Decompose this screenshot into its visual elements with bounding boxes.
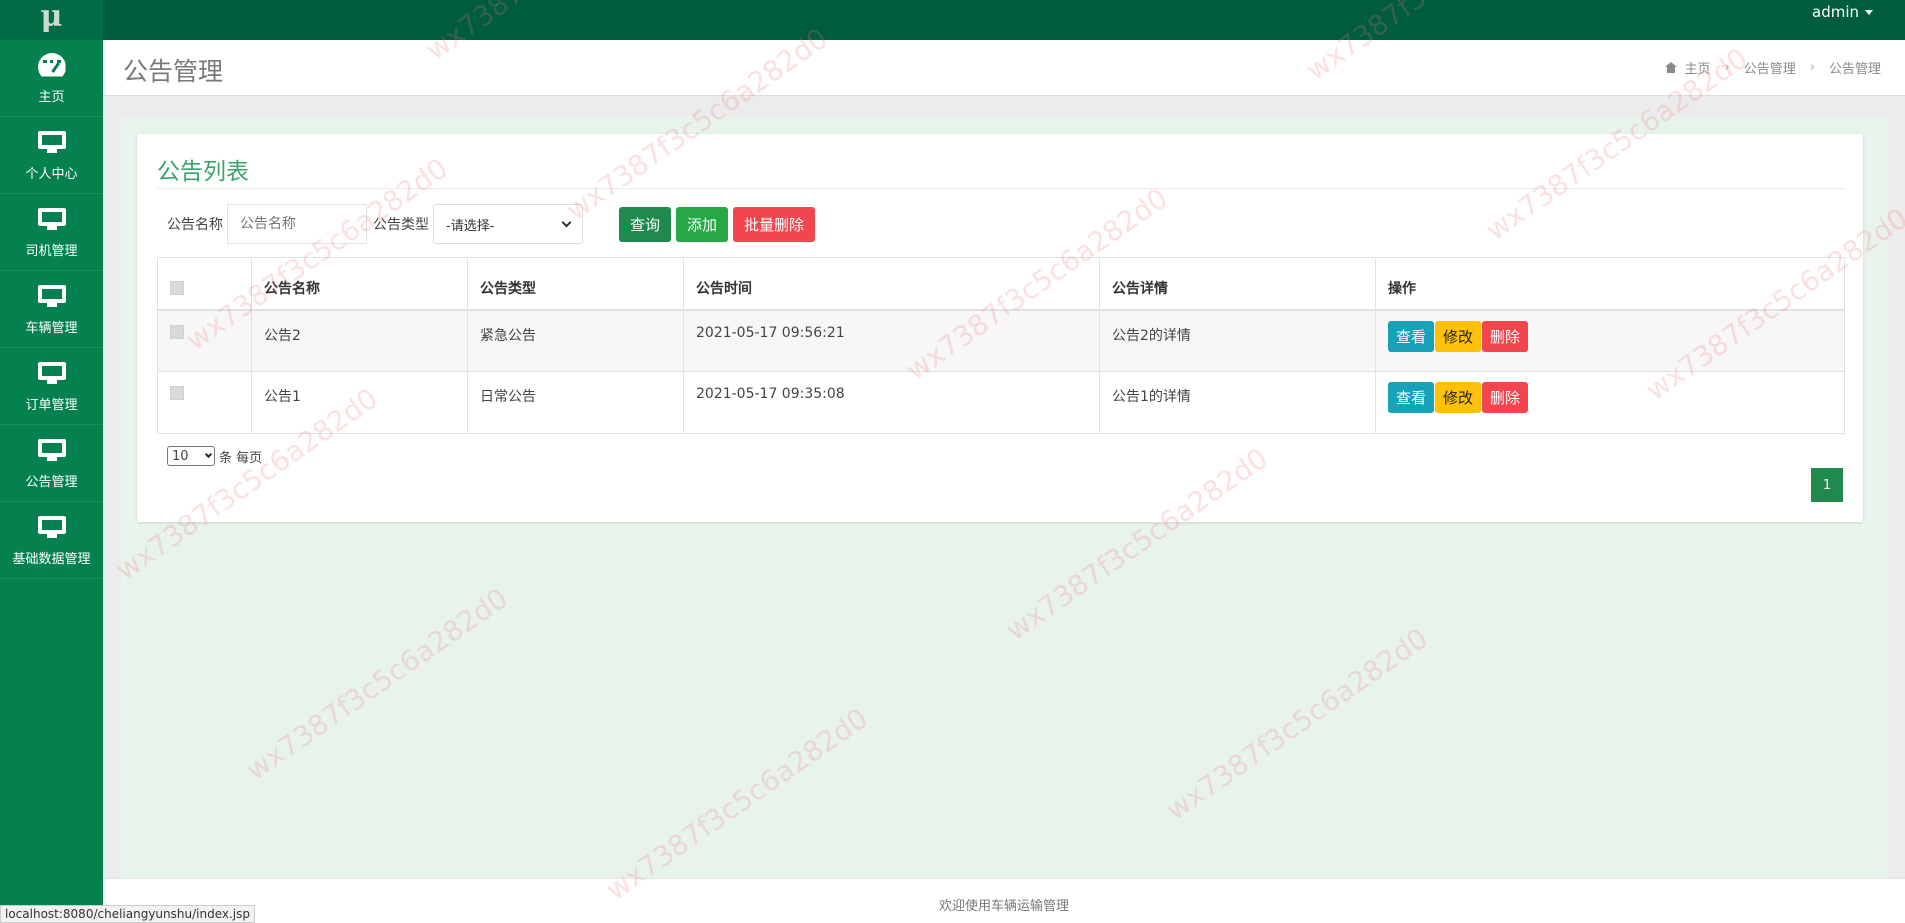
footer: 欢迎使用车辆运输管理: [103, 878, 1905, 923]
name-search-input[interactable]: [227, 204, 367, 244]
column-header: 操作: [1375, 257, 1845, 311]
select-all-cell: [157, 257, 252, 311]
breadcrumb-home[interactable]: 主页: [1685, 58, 1711, 77]
list-card: 公告列表 公告名称 公告类型 -请选择- 查询 添加 批量删除 公告名称: [137, 134, 1863, 522]
view-button[interactable]: 查看: [1388, 320, 1435, 352]
monitor-icon: [37, 283, 66, 309]
table-row: 公告2 紧急公告 2021-05-17 09:56:21 公告2的详情 查看 修…: [157, 309, 1845, 372]
sidebar-item-drivers[interactable]: 司机管理: [0, 194, 103, 271]
page-size-value: 10: [172, 448, 189, 464]
delete-button[interactable]: 删除: [1482, 382, 1529, 413]
monitor-icon: [37, 360, 66, 386]
user-menu[interactable]: admin: [1812, 3, 1873, 21]
card-title: 公告列表: [157, 159, 249, 185]
sidebar-item-announcements[interactable]: 公告管理: [0, 425, 103, 502]
cell-time: 2021-05-17 09:56:21: [683, 309, 1100, 372]
sidebar-item-label: 订单管理: [25, 397, 78, 413]
dashboard-icon: [37, 52, 66, 78]
announcement-table: 公告名称 公告类型 公告时间 公告详情 操作 公告2 紧急公告 2021-05-…: [157, 257, 1845, 434]
sidebar-item-label: 个人中心: [25, 166, 78, 182]
cell-name: 公告1: [251, 371, 468, 434]
sidebar-item-label: 公告管理: [25, 474, 78, 490]
sidebar-item-orders[interactable]: 订单管理: [0, 348, 103, 425]
caret-down-icon: [1865, 9, 1873, 15]
monitor-icon: [37, 129, 66, 155]
cell-detail: 公告2的详情: [1099, 309, 1376, 372]
footer-text: 欢迎使用车辆运输管理: [938, 899, 1069, 914]
type-select-value: -请选择-: [446, 218, 495, 234]
top-bar: μ admin: [0, 0, 1905, 40]
delete-button[interactable]: 删除: [1482, 320, 1529, 352]
chevron-right-icon: ›: [1809, 60, 1815, 75]
add-button[interactable]: 添加: [676, 206, 729, 242]
edit-button[interactable]: 修改: [1435, 382, 1482, 413]
home-icon: [1664, 62, 1677, 73]
edit-button[interactable]: 修改: [1435, 320, 1482, 352]
row-checkbox[interactable]: [170, 324, 184, 339]
sidebar-item-basic-data[interactable]: 基础数据管理: [0, 502, 103, 579]
app-logo[interactable]: μ: [0, 0, 103, 40]
main-area: 公告列表 公告名称 公告类型 -请选择- 查询 添加 批量删除 公告名称: [121, 116, 1887, 878]
cell-type: 日常公告: [467, 371, 684, 434]
monitor-icon: [37, 206, 66, 232]
user-name: admin: [1812, 3, 1859, 21]
select-all-checkbox[interactable]: [170, 281, 184, 296]
type-select[interactable]: -请选择-: [433, 204, 583, 244]
divider: [157, 188, 1845, 189]
page-header: 公告管理 主页 › 公告管理 › 公告管理: [103, 40, 1905, 96]
chevron-down-icon: [204, 450, 213, 459]
column-header: 公告时间: [683, 257, 1100, 311]
content: 公告管理 主页 › 公告管理 › 公告管理 公告列表 公告名称 公告类型 -请选…: [103, 40, 1905, 878]
breadcrumb: 主页 › 公告管理 › 公告管理: [1664, 58, 1881, 77]
breadcrumb-section[interactable]: 公告管理: [1744, 58, 1796, 77]
sidebar-item-label: 司机管理: [25, 243, 78, 259]
cell-actions: 查看 修改 删除: [1375, 309, 1845, 372]
row-checkbox[interactable]: [170, 386, 184, 400]
name-label: 公告名称: [167, 217, 223, 233]
breadcrumb-current: 公告管理: [1828, 62, 1881, 77]
view-button[interactable]: 查看: [1388, 382, 1435, 413]
cell-type: 紧急公告: [467, 309, 684, 372]
sidebar-item-label: 车辆管理: [25, 320, 78, 336]
page-size-control: 10 条 每页: [167, 446, 262, 466]
chevron-right-icon: ›: [1724, 60, 1730, 75]
sidebar-item-profile[interactable]: 个人中心: [0, 117, 103, 194]
column-header: 公告名称: [251, 257, 468, 311]
search-bar: 公告名称 公告类型 -请选择- 查询 添加 批量删除: [167, 204, 820, 244]
sidebar-item-vehicles[interactable]: 车辆管理: [0, 271, 103, 348]
per-page-text: 条 每页: [219, 450, 263, 466]
sidebar-item-label: 主页: [38, 89, 65, 105]
monitor-icon: [37, 437, 66, 463]
column-header: 公告类型: [467, 257, 684, 311]
chevron-down-icon: [561, 217, 572, 227]
column-header: 公告详情: [1099, 257, 1376, 311]
page-size-select[interactable]: 10: [167, 446, 215, 466]
type-label: 公告类型: [373, 217, 429, 233]
cell-time: 2021-05-17 09:35:08: [683, 371, 1100, 434]
row-select-cell: [157, 309, 252, 372]
page-title: 公告管理: [123, 57, 224, 86]
table-row: 公告1 日常公告 2021-05-17 09:35:08 公告1的详情 查看 修…: [157, 371, 1845, 434]
table-header-row: 公告名称 公告类型 公告时间 公告详情 操作: [157, 257, 1845, 311]
sidebar-item-label: 基础数据管理: [12, 551, 91, 567]
batch-delete-button[interactable]: 批量删除: [733, 206, 816, 242]
sidebar: 主页 个人中心 司机管理 车辆管理 订单管理 公告管理 基础数据管理: [0, 40, 103, 923]
cell-actions: 查看 修改 删除: [1375, 371, 1845, 434]
sidebar-item-home[interactable]: 主页: [0, 40, 103, 117]
row-select-cell: [157, 371, 252, 434]
cell-detail: 公告1的详情: [1099, 371, 1376, 434]
page-button-current[interactable]: 1: [1811, 468, 1843, 502]
status-bar-url: localhost:8080/cheliangyunshu/index.jsp: [0, 905, 255, 923]
monitor-icon: [37, 514, 66, 540]
cell-name: 公告2: [251, 309, 468, 372]
query-button[interactable]: 查询: [619, 206, 672, 242]
